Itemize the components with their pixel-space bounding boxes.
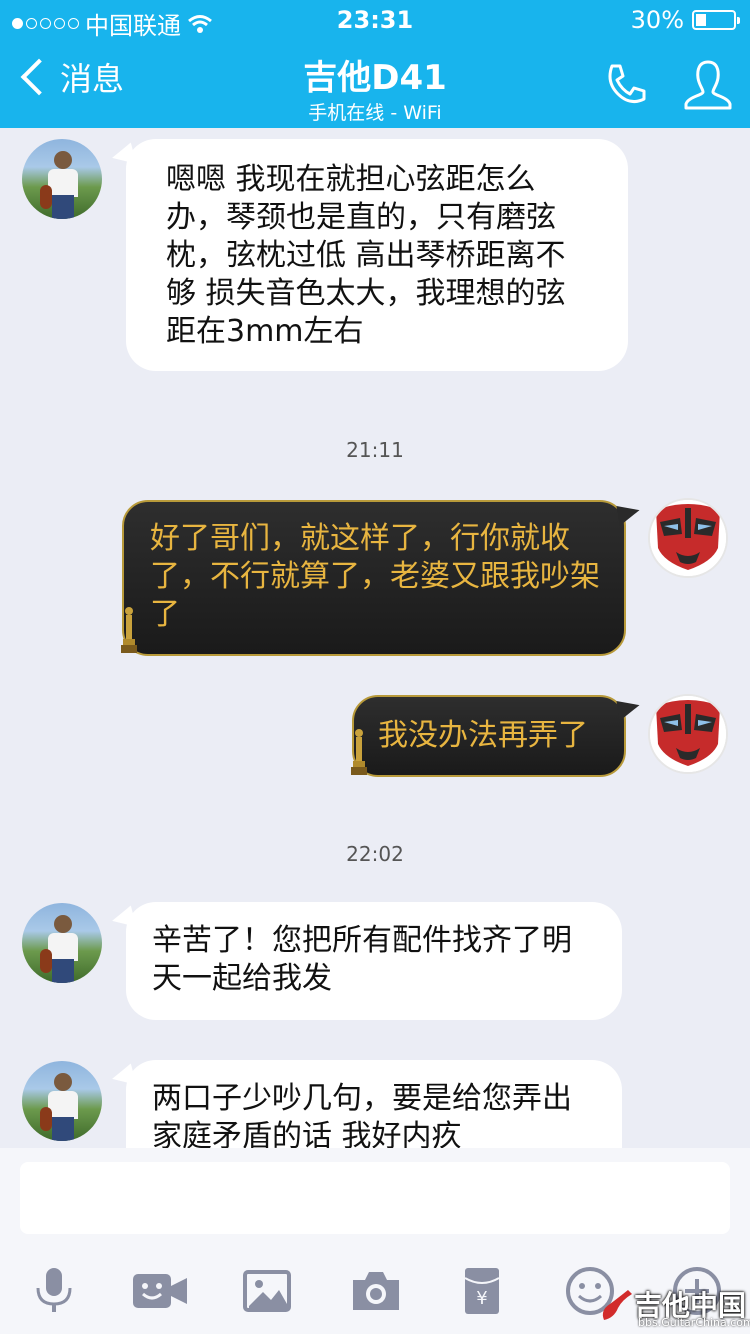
status-right: 30%: [630, 6, 740, 34]
message-input[interactable]: [20, 1162, 730, 1234]
contact-avatar[interactable]: [22, 139, 102, 219]
nav-bar: 消息 吉他D41 手机在线 - WiFi: [0, 40, 750, 128]
message-text: 辛苦了！您把所有配件找齐了明天一起给我发: [152, 923, 572, 996]
chat-area[interactable]: 嗯嗯 我现在就担心弦距怎么办，琴颈也是直的，只有磨弦枕，弦枕过低 高出琴桥距离不…: [0, 128, 750, 1148]
contact-avatar[interactable]: [22, 903, 102, 983]
message-bubble-outgoing[interactable]: 好了哥们，就这样了，行你就收了，不行就算了，老婆又跟我吵架了: [122, 500, 642, 656]
message-text: 好了哥们，就这样了，行你就收了，不行就算了，老婆又跟我吵架了: [150, 521, 600, 632]
svg-text:¥: ¥: [476, 1288, 487, 1309]
message-text: 我没办法再弄了: [378, 718, 588, 753]
my-avatar[interactable]: [648, 694, 728, 774]
image-icon[interactable]: [241, 1264, 295, 1318]
microphone-icon[interactable]: [27, 1264, 81, 1318]
opera-mask-icon: [650, 696, 726, 772]
message-bubble-outgoing[interactable]: 我没办法再弄了: [352, 695, 642, 777]
contact-avatar[interactable]: [22, 1061, 102, 1141]
phone-icon[interactable]: [600, 60, 650, 110]
status-bar: 中国联通 23:31 30%: [0, 0, 750, 40]
message-bubble-incoming[interactable]: 辛苦了！您把所有配件找齐了明天一起给我发: [109, 902, 622, 1020]
profile-icon[interactable]: [682, 58, 734, 112]
my-avatar[interactable]: [648, 498, 728, 578]
video-icon[interactable]: [133, 1264, 187, 1318]
trophy-icon: [351, 729, 367, 775]
timestamp: 22:02: [346, 842, 404, 866]
trophy-icon: [121, 607, 137, 653]
timestamp: 21:11: [346, 438, 404, 462]
red-envelope-icon[interactable]: ¥: [455, 1264, 509, 1318]
battery-percent: 30%: [630, 6, 684, 34]
opera-mask-icon: [650, 500, 726, 576]
message-text: 两口子少吵几句，要是给您弄出家庭矛盾的话 我好内疚: [152, 1081, 572, 1148]
watermark-logo: 吉他中国 bbs.GuitarChina.com: [598, 1284, 750, 1330]
message-bubble-incoming[interactable]: 嗯嗯 我现在就担心弦距怎么办，琴颈也是直的，只有磨弦枕，弦枕过低 高出琴桥距离不…: [109, 139, 628, 371]
guitar-logo-icon: [602, 1290, 632, 1320]
camera-icon[interactable]: [349, 1264, 403, 1318]
message-bubble-incoming[interactable]: 两口子少吵几句，要是给您弄出家庭矛盾的话 我好内疚: [109, 1060, 622, 1148]
battery-icon: [692, 10, 740, 30]
watermark-url: bbs.GuitarChina.com: [638, 1316, 750, 1329]
message-text: 嗯嗯 我现在就担心弦距怎么办，琴颈也是直的，只有磨弦枕，弦枕过低 高出琴桥距离不…: [166, 162, 566, 349]
